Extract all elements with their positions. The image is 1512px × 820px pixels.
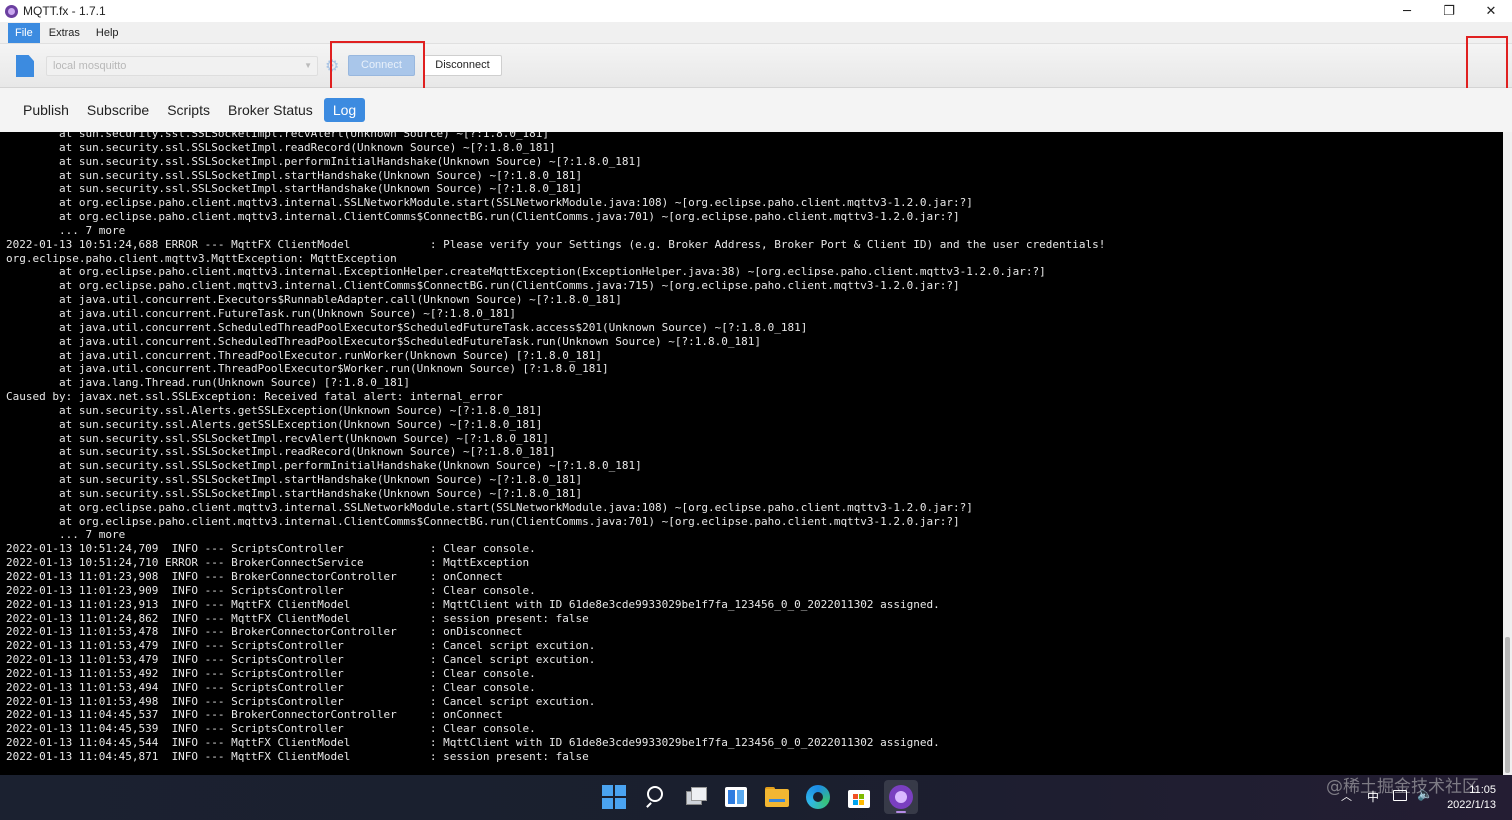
log-line: at sun.security.ssl.SSLSocketImpl.perfor… bbox=[6, 154, 642, 168]
log-line: at org.eclipse.paho.client.mqttv3.intern… bbox=[6, 514, 960, 528]
log-lines: at sun.security.ssl.SSLSocketImpl.recvAl… bbox=[6, 132, 1105, 764]
tab-subscribe[interactable]: Subscribe bbox=[78, 98, 158, 122]
log-line: 2022-01-13 11:01:53,479 INFO --- Scripts… bbox=[6, 639, 596, 653]
main-tabs: Publish Subscribe Scripts Broker Status … bbox=[0, 88, 1512, 132]
clock-date[interactable]: 2022/1/13 bbox=[1440, 799, 1496, 811]
log-line: 2022-01-13 11:01:23,909 INFO --- Scripts… bbox=[6, 583, 536, 597]
mqttfx-taskbar-icon[interactable] bbox=[884, 780, 918, 814]
log-line: 2022-01-13 11:01:23,913 INFO --- MqttFX … bbox=[6, 597, 940, 611]
task-view-icon[interactable] bbox=[684, 785, 708, 809]
log-line: at org.eclipse.paho.client.mqttv3.intern… bbox=[6, 500, 973, 514]
log-line: at sun.security.ssl.Alerts.getSSLExcepti… bbox=[6, 417, 543, 431]
log-line: at java.util.concurrent.ThreadPoolExecut… bbox=[6, 362, 609, 376]
edge-browser-icon[interactable] bbox=[806, 785, 830, 809]
log-line: at java.util.concurrent.ScheduledThreadP… bbox=[6, 334, 761, 348]
menu-extras[interactable]: Extras bbox=[42, 23, 87, 43]
log-line: Caused by: javax.net.ssl.SSLException: R… bbox=[6, 390, 503, 404]
store-icon[interactable] bbox=[847, 785, 871, 809]
log-line: at sun.security.ssl.SSLSocketImpl.startH… bbox=[6, 182, 583, 196]
log-line: at java.lang.Thread.run(Unknown Source) … bbox=[6, 376, 410, 390]
log-line: at org.eclipse.paho.client.mqttv3.intern… bbox=[6, 196, 973, 210]
log-line: 2022-01-13 10:51:24,709 INFO --- Scripts… bbox=[6, 542, 536, 556]
log-line: at java.util.concurrent.Executors$Runnab… bbox=[6, 293, 622, 307]
log-line: at sun.security.ssl.Alerts.getSSLExcepti… bbox=[6, 403, 543, 417]
window-controls: ─ ❐ ✕ bbox=[1386, 0, 1512, 22]
log-line: at sun.security.ssl.SSLSocketImpl.readRe… bbox=[6, 445, 556, 459]
scrollbar-thumb[interactable] bbox=[1505, 637, 1510, 773]
disconnect-button[interactable]: Disconnect bbox=[423, 55, 502, 76]
log-scrollbar[interactable] bbox=[1503, 132, 1512, 775]
network-icon[interactable] bbox=[1393, 790, 1407, 801]
minimize-button[interactable]: ─ bbox=[1386, 0, 1428, 22]
file-explorer-icon[interactable] bbox=[765, 785, 789, 809]
log-line: org.eclipse.paho.client.mqttv3.MqttExcep… bbox=[6, 251, 397, 265]
log-line: 2022-01-13 11:01:23,908 INFO --- BrokerC… bbox=[6, 570, 503, 583]
highlight-box-status bbox=[1466, 36, 1508, 93]
windows-taskbar bbox=[0, 775, 1512, 820]
log-line: 2022-01-13 11:04:45,537 INFO --- BrokerC… bbox=[6, 708, 503, 722]
log-line: at org.eclipse.paho.client.mqttv3.intern… bbox=[6, 210, 960, 224]
log-line: 2022-01-13 11:04:45,544 INFO --- MqttFX … bbox=[6, 736, 940, 750]
log-line: at org.eclipse.paho.client.mqttv3.intern… bbox=[6, 265, 1046, 279]
tab-log[interactable]: Log bbox=[323, 98, 366, 122]
log-line: at java.util.concurrent.ThreadPoolExecut… bbox=[6, 348, 603, 362]
log-line: at java.util.concurrent.ScheduledThreadP… bbox=[6, 320, 808, 334]
log-line: at sun.security.ssl.SSLSocketImpl.readRe… bbox=[6, 140, 556, 154]
log-line: 2022-01-13 10:51:24,710 ERROR --- Broker… bbox=[6, 556, 530, 570]
ime-indicator[interactable]: 中 bbox=[1367, 788, 1379, 805]
tab-scripts[interactable]: Scripts bbox=[158, 98, 219, 122]
log-line: 2022-01-13 11:01:53,479 INFO --- Scripts… bbox=[6, 653, 596, 667]
start-icon[interactable] bbox=[602, 785, 626, 809]
close-button[interactable]: ✕ bbox=[1470, 0, 1512, 22]
log-line: 2022-01-13 11:01:53,494 INFO --- Scripts… bbox=[6, 680, 536, 694]
tab-publish[interactable]: Publish bbox=[14, 98, 78, 122]
connection-profile-value: local mosquitto bbox=[53, 60, 127, 72]
log-console[interactable]: at sun.security.ssl.SSLSocketImpl.recvAl… bbox=[0, 132, 1503, 775]
log-line: 2022-01-13 10:51:24,688 ERROR --- MqttFX… bbox=[6, 237, 1106, 251]
log-line: 2022-01-13 11:04:45,871 INFO --- MqttFX … bbox=[6, 749, 589, 763]
menu-bar: File Extras Help bbox=[0, 22, 1512, 44]
log-line: 2022-01-13 11:04:45,539 INFO --- Scripts… bbox=[6, 722, 536, 736]
log-line: at sun.security.ssl.SSLSocketImpl.startH… bbox=[6, 168, 583, 182]
clock-time[interactable]: 11:05 bbox=[1466, 784, 1496, 796]
log-line: ... 7 more bbox=[6, 528, 126, 542]
menu-file[interactable]: File bbox=[8, 22, 40, 43]
connection-profile-select[interactable]: local mosquitto ▼ bbox=[46, 56, 318, 76]
widgets-icon[interactable] bbox=[725, 785, 749, 809]
log-line: at java.util.concurrent.FutureTask.run(U… bbox=[6, 306, 516, 320]
log-line: 2022-01-13 11:01:53,492 INFO --- Scripts… bbox=[6, 666, 536, 680]
log-line: at sun.security.ssl.SSLSocketImpl.recvAl… bbox=[6, 431, 550, 445]
tab-broker-status[interactable]: Broker Status bbox=[219, 98, 322, 122]
edit-profiles-icon[interactable] bbox=[16, 55, 34, 77]
highlight-box-connect bbox=[330, 41, 425, 92]
log-line: ... 7 more bbox=[6, 223, 126, 237]
log-line: at sun.security.ssl.SSLSocketImpl.perfor… bbox=[6, 459, 642, 473]
chevron-up-icon[interactable]: ︿ bbox=[1341, 788, 1352, 804]
restore-button[interactable]: ❐ bbox=[1428, 0, 1470, 22]
log-line: 2022-01-13 11:01:53,498 INFO --- Scripts… bbox=[6, 694, 596, 708]
title-bar: MQTT.fx - 1.7.1 ─ ❐ ✕ bbox=[0, 0, 1512, 22]
log-line: at sun.security.ssl.SSLSocketImpl.startH… bbox=[6, 473, 583, 487]
log-line: 2022-01-13 11:01:53,478 INFO --- BrokerC… bbox=[6, 625, 523, 639]
connection-toolbar: local mosquitto ▼ ⚙ Connect Disconnect bbox=[0, 44, 1512, 119]
log-line: 2022-01-13 11:01:24,862 INFO --- MqttFX … bbox=[6, 611, 589, 625]
menu-help[interactable]: Help bbox=[89, 23, 126, 43]
log-line: at sun.security.ssl.SSLSocketImpl.startH… bbox=[6, 486, 583, 500]
chevron-down-icon: ▼ bbox=[304, 61, 312, 70]
search-icon[interactable] bbox=[645, 785, 669, 809]
log-line: at org.eclipse.paho.client.mqttv3.intern… bbox=[6, 279, 960, 293]
volume-icon[interactable]: 🔈 bbox=[1417, 787, 1433, 802]
log-line: at sun.security.ssl.SSLSocketImpl.recvAl… bbox=[6, 132, 550, 140]
mqttfx-app-icon bbox=[5, 4, 18, 18]
window-title: MQTT.fx - 1.7.1 bbox=[23, 4, 106, 18]
